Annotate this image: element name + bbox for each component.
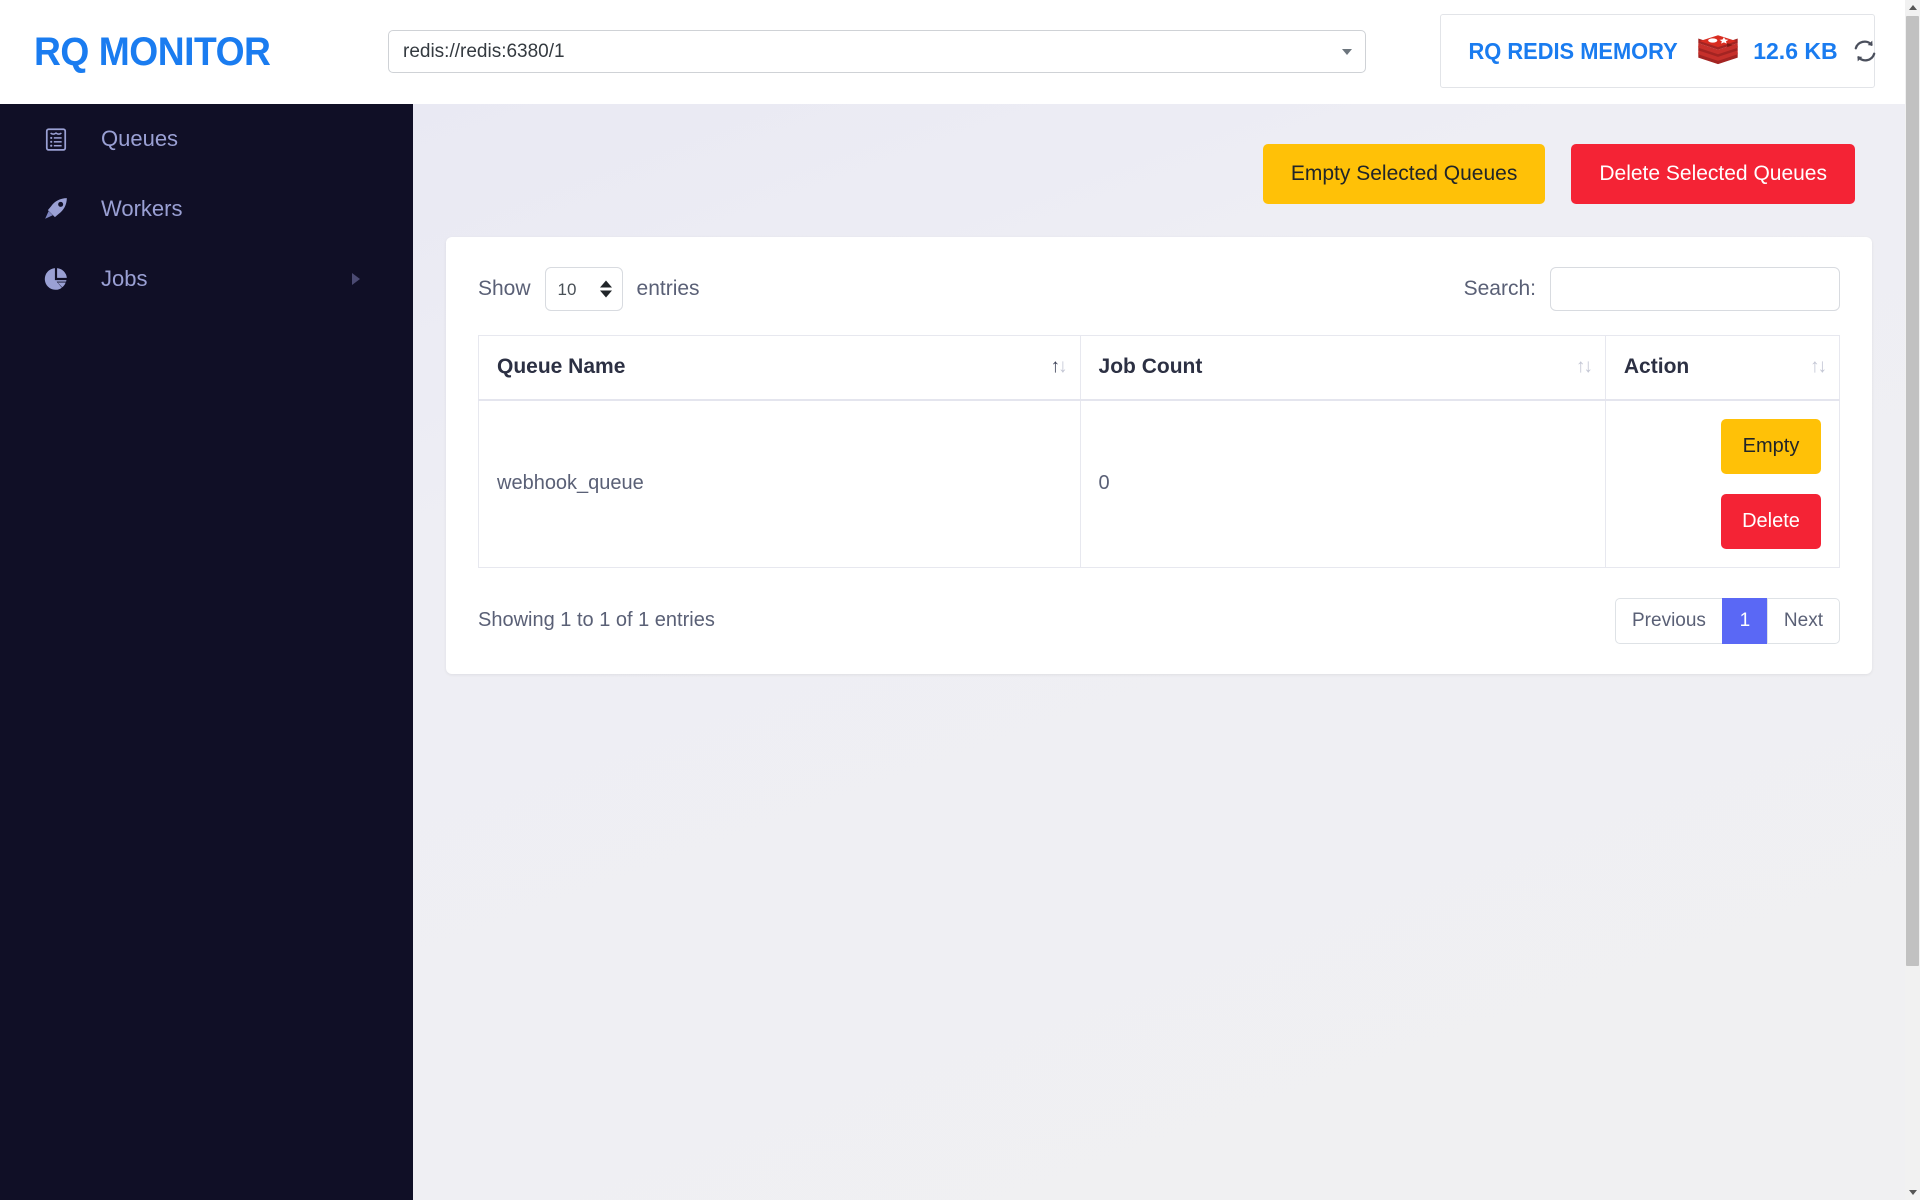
sidebar-item-jobs[interactable]: Jobs xyxy=(0,244,413,314)
column-header-label: Action xyxy=(1623,355,1690,379)
entries-info: Showing 1 to 1 of 1 entries xyxy=(478,609,715,631)
page-scrollbar[interactable] xyxy=(1905,0,1920,1200)
queues-table: Queue Name ↑↓ Job Count ↑↓ Action ↑↓ web… xyxy=(478,335,1841,568)
table-footer: Showing 1 to 1 of 1 entries Previous 1 N… xyxy=(478,597,1840,644)
delete-selected-queues-button[interactable]: Delete Selected Queues xyxy=(1571,144,1855,204)
redis-memory-value: 12.6 KB xyxy=(1753,37,1838,64)
table-header-row: Queue Name ↑↓ Job Count ↑↓ Action ↑↓ xyxy=(478,335,1841,401)
sidebar-item-label: Queues xyxy=(101,126,179,151)
column-header-queue-name[interactable]: Queue Name ↑↓ xyxy=(478,335,1081,401)
refresh-icon[interactable] xyxy=(1852,38,1878,64)
page-length-select[interactable]: 10 xyxy=(544,267,623,311)
rocket-icon xyxy=(42,196,69,223)
queues-card: Show 10 entries Search: Queue Name ↑↓ Jo… xyxy=(446,237,1872,674)
redis-memory-panel: RQ REDIS MEMORY 12.6 KB xyxy=(1440,14,1875,88)
redis-connection-select-wrapper: redis://redis:6380/1 xyxy=(388,30,1366,73)
cell-actions: Empty Delete xyxy=(1604,399,1841,568)
redis-logo-icon xyxy=(1698,35,1738,65)
main-content: Empty Selected Queues Delete Selected Qu… xyxy=(413,104,1905,1200)
queue-bulk-actions-toolbar: Empty Selected Queues Delete Selected Qu… xyxy=(413,104,1905,204)
sort-updown-icon: ↑↓ xyxy=(1575,356,1593,378)
column-header-action[interactable]: Action ↑↓ xyxy=(1604,335,1841,401)
sidebar-item-label: Jobs xyxy=(101,266,148,291)
cell-queue-name: webhook_queue xyxy=(478,399,1081,568)
pagination-page-1-button[interactable]: 1 xyxy=(1721,597,1768,644)
search-control: Search: xyxy=(1464,267,1840,311)
redis-connection-select[interactable]: redis://redis:6380/1 xyxy=(388,30,1366,73)
search-input[interactable] xyxy=(1550,267,1840,311)
show-label: Show xyxy=(478,277,531,300)
entries-label: entries xyxy=(636,277,700,300)
search-label: Search: xyxy=(1463,277,1536,300)
scrollbar-up-arrow-icon[interactable] xyxy=(1905,0,1920,15)
pagination: Previous 1 Next xyxy=(1615,597,1840,644)
table-row: webhook_queue 0 Empty Delete xyxy=(478,399,1841,568)
top-header-bar: RQ MONITOR redis://redis:6380/1 RQ REDIS… xyxy=(0,0,1905,104)
cell-job-count: 0 xyxy=(1079,399,1606,568)
column-header-label: Queue Name xyxy=(497,355,626,379)
scrollbar-thumb[interactable] xyxy=(1906,16,1919,966)
clipboard-list-icon xyxy=(42,126,69,153)
sidebar: Queues Workers Jobs xyxy=(0,104,413,1200)
sidebar-item-queues[interactable]: Queues xyxy=(0,104,413,174)
app-logo: RQ MONITOR xyxy=(34,29,271,74)
empty-queue-button[interactable]: Empty xyxy=(1721,418,1821,474)
sidebar-item-label: Workers xyxy=(101,196,183,221)
column-header-job-count[interactable]: Job Count ↑↓ xyxy=(1079,335,1606,401)
table-controls: Show 10 entries Search: xyxy=(478,267,1840,311)
pagination-next-button[interactable]: Next xyxy=(1766,597,1840,644)
sort-updown-icon: ↑↓ xyxy=(1810,356,1827,378)
redis-memory-label: RQ REDIS MEMORY xyxy=(1468,37,1678,64)
sidebar-item-workers[interactable]: Workers xyxy=(0,174,413,244)
empty-selected-queues-button[interactable]: Empty Selected Queues xyxy=(1262,144,1546,204)
chevron-right-icon xyxy=(352,273,360,285)
delete-queue-button[interactable]: Delete xyxy=(1721,493,1821,549)
show-entries-control: Show 10 entries xyxy=(478,267,700,311)
page-length-select-wrapper: 10 xyxy=(544,267,623,311)
pie-chart-icon xyxy=(42,266,69,293)
scrollbar-down-arrow-icon[interactable] xyxy=(1905,1185,1920,1200)
column-header-label: Job Count xyxy=(1098,355,1203,379)
pagination-previous-button[interactable]: Previous xyxy=(1615,597,1723,644)
sort-updown-icon: ↑↓ xyxy=(1050,356,1068,378)
